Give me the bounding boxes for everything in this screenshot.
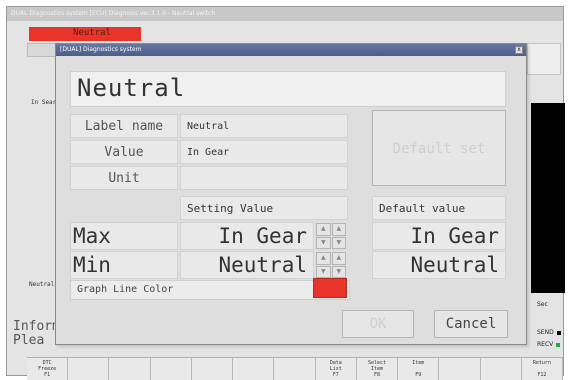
fkey-f8[interactable]: Select Item F8 [356, 358, 399, 380]
unit-field [180, 166, 348, 190]
min-up-arrow-icon[interactable]: ▲ [331, 252, 346, 265]
seconds-label: Sec [537, 301, 548, 308]
recv-led-icon [556, 342, 561, 347]
min-default-value: Neutral [372, 251, 506, 279]
min-down-arrow-icon[interactable]: ▼ [316, 265, 331, 278]
fkey-f6[interactable] [233, 358, 275, 380]
min-setting-value[interactable]: Neutral [180, 251, 314, 279]
default-value-header: Default value [372, 196, 506, 220]
close-icon[interactable]: x [515, 46, 523, 54]
fkey-f5[interactable] [191, 358, 234, 380]
ok-button[interactable]: OK [342, 310, 414, 338]
max-down-arrow-icon[interactable]: ▼ [331, 236, 346, 249]
fkey-spacer[interactable] [274, 358, 316, 380]
default-set-button[interactable]: Default set [372, 110, 506, 186]
fkey-f1[interactable]: DTC Freeze F1 [27, 358, 69, 380]
min-spinner: ▲ ▲ ▼ ▼ [316, 252, 346, 278]
fkey-f7[interactable]: Data List F7 [315, 358, 357, 380]
graph-line-color-label: Graph Line Color [70, 280, 350, 300]
neutral-side-label: Neutral [29, 281, 55, 288]
information-label: Inform [13, 319, 60, 334]
please-label: Plea [13, 333, 45, 348]
cancel-button[interactable]: Cancel [434, 310, 508, 338]
min-up-arrow-icon[interactable]: ▲ [316, 252, 331, 265]
value-field: In Gear [180, 140, 348, 164]
max-default-value: In Gear [372, 222, 506, 250]
max-setting-value[interactable]: In Gear [180, 222, 314, 250]
dialog-titlebar: [DUAL] Diagnostics system [56, 44, 526, 56]
graph-area [531, 103, 565, 293]
background-field [527, 43, 561, 75]
function-key-bar: DTC Freeze F1 Data List F7 Select Item F… [27, 357, 564, 380]
max-up-arrow-icon[interactable]: ▲ [316, 223, 331, 236]
graph-line-color-swatch[interactable] [313, 278, 347, 298]
fkey-f9[interactable]: Item F9 [398, 358, 440, 380]
recv-indicator: RECV [537, 341, 561, 348]
recv-label: RECV [537, 341, 554, 348]
max-spinner: ▲ ▲ ▼ ▼ [316, 223, 346, 249]
fkey-f10[interactable] [439, 358, 481, 380]
fkey-f11[interactable] [480, 358, 522, 380]
min-down-arrow-icon[interactable]: ▼ [331, 265, 346, 278]
fkey-f2[interactable] [68, 358, 110, 380]
fkey-f12[interactable]: Return F12 [521, 358, 564, 380]
value-caption: Value [70, 140, 178, 164]
label-name-caption: Label name [70, 114, 178, 138]
setting-value-header: Setting Value [180, 196, 348, 220]
unit-caption: Unit [70, 166, 178, 190]
app-titlebar: DUAL Diagnostics system [ECU] Diagnosis … [7, 7, 563, 21]
label-name-field: Neutral [180, 114, 348, 138]
item-settings-dialog: [DUAL] Diagnostics system x Neutral Labe… [55, 43, 527, 345]
send-label: SEND [537, 329, 554, 336]
send-led-icon [556, 330, 561, 335]
send-indicator: SEND [537, 329, 561, 336]
min-label: Min [70, 251, 178, 279]
dialog-heading: Neutral [70, 71, 506, 107]
max-label: Max [70, 222, 178, 250]
max-down-arrow-icon[interactable]: ▼ [316, 236, 331, 249]
in-search-label: In Sear [31, 99, 57, 106]
neutral-item-tab[interactable]: Neutral [29, 27, 141, 41]
fkey-f4[interactable] [150, 358, 192, 380]
max-up-arrow-icon[interactable]: ▲ [331, 223, 346, 236]
fkey-f3[interactable] [109, 358, 151, 380]
